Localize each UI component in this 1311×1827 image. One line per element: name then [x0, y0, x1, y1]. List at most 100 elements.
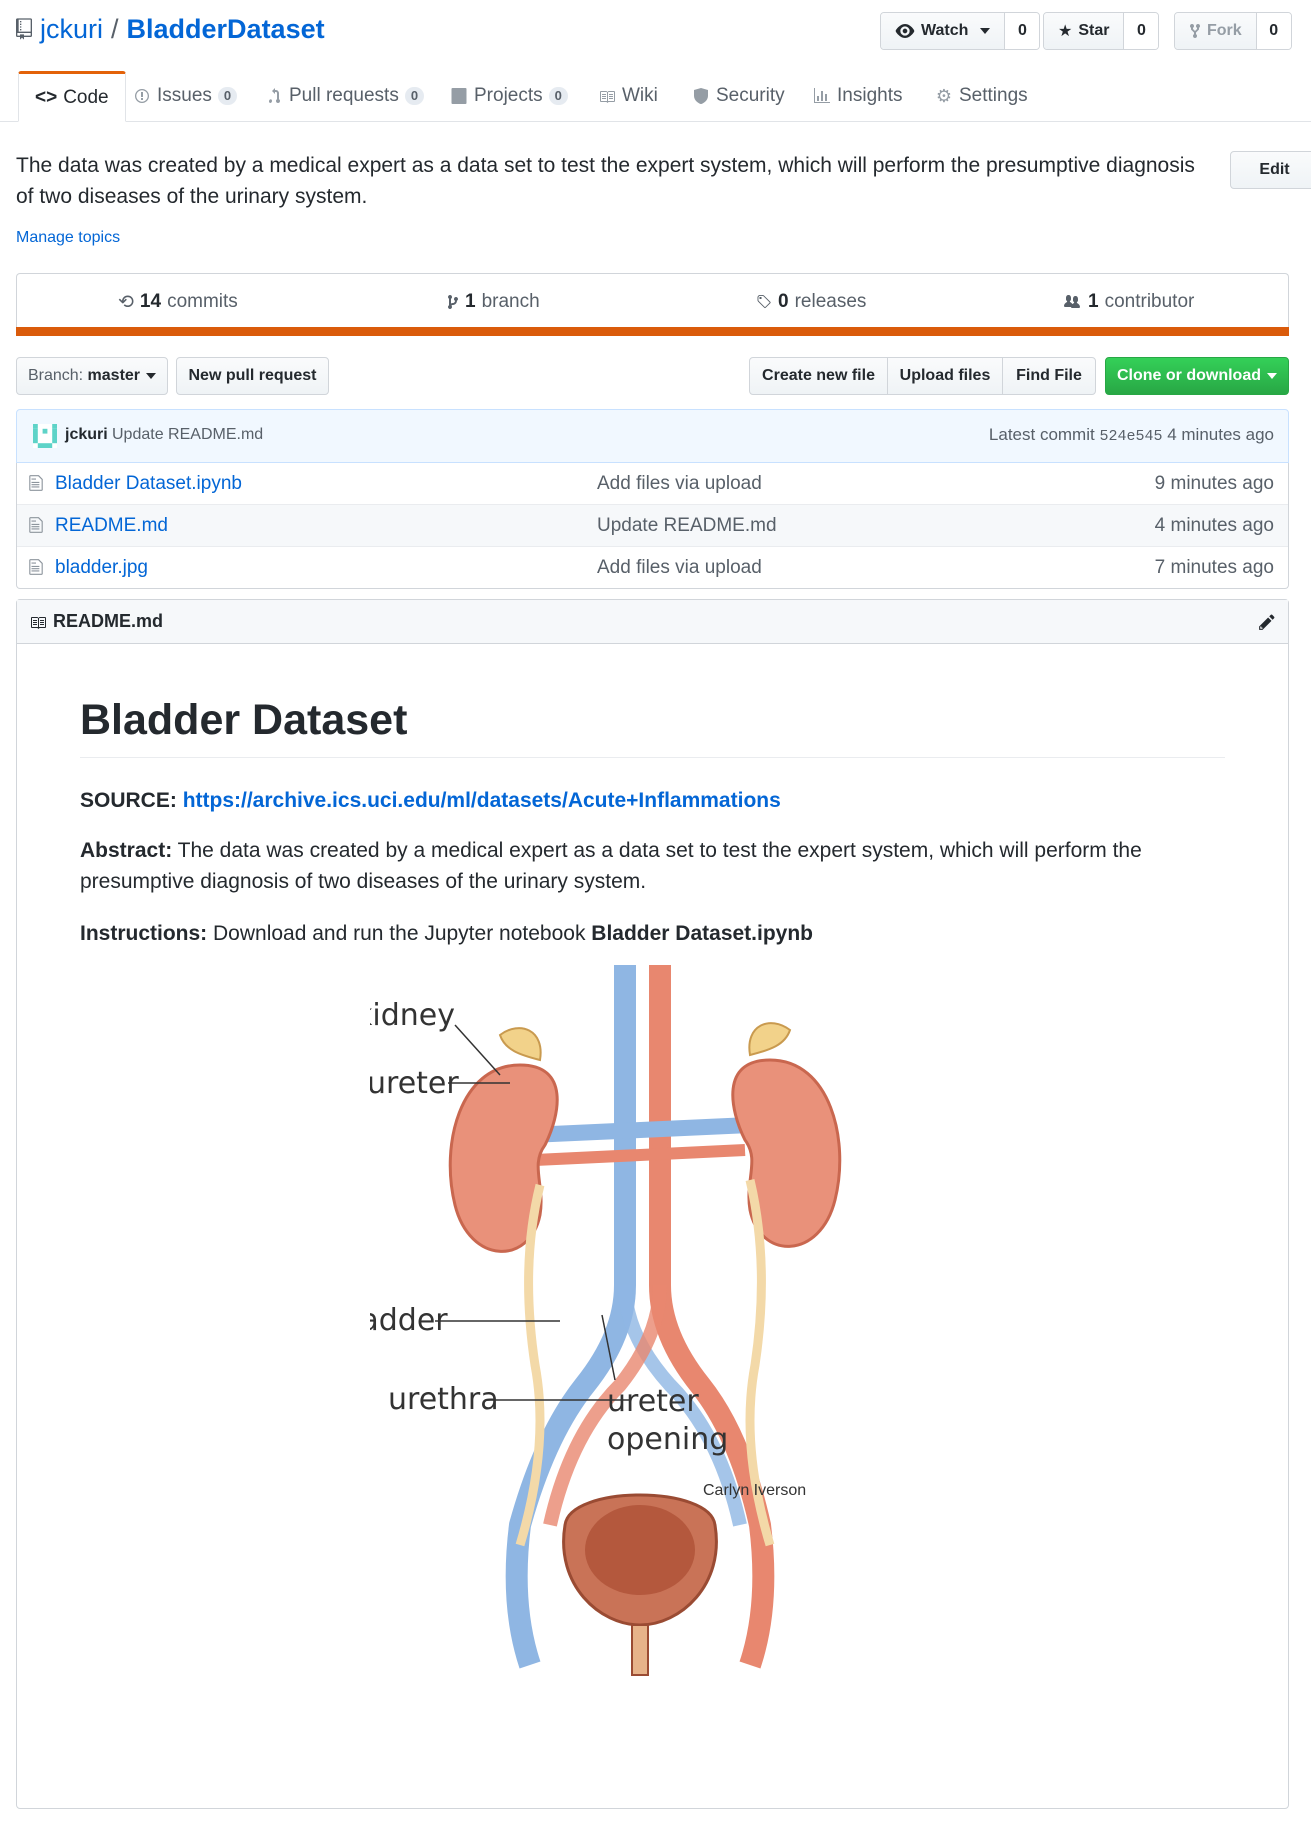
watch-label: Watch — [921, 22, 969, 39]
tab-code-label: Code — [63, 86, 109, 108]
file-icon — [29, 517, 43, 533]
tab-code[interactable]: <> Code — [18, 71, 126, 122]
file-row: bladder.jpg Add files via upload 7 minut… — [17, 546, 1288, 588]
star-button-group: ★ Star 0 — [1043, 12, 1160, 50]
new-pull-request-button[interactable]: New pull request — [176, 357, 329, 395]
book-icon — [598, 87, 616, 105]
watch-count[interactable]: 0 — [1005, 13, 1040, 49]
star-icon: ★ — [1058, 23, 1073, 40]
abstract-label: Abstract: — [80, 839, 173, 862]
source-label: SOURCE: — [80, 789, 177, 812]
branch-name: master — [87, 367, 141, 384]
contributors-link[interactable]: 1 contributor — [1062, 274, 1194, 330]
commit-message-link[interactable]: Update README.md — [112, 426, 263, 444]
repo-summary: ⟲ 14 commits 1 branch 0 releases 1 contr… — [16, 273, 1289, 335]
commit-author-link[interactable]: jckuri — [65, 426, 108, 444]
star-button[interactable]: ★ Star — [1044, 13, 1125, 49]
git-pull-request-icon — [265, 87, 283, 105]
instructions-text: Download and run the Jupyter notebook — [213, 922, 586, 945]
readme-title: Bladder Dataset — [80, 696, 1225, 758]
find-file-button[interactable]: Find File — [1002, 357, 1096, 395]
tab-issues-label: Issues — [157, 85, 212, 106]
label-kidney: kidney — [370, 998, 455, 1033]
fork-label: Fork — [1207, 22, 1242, 39]
manage-topics-link[interactable]: Manage topics — [16, 229, 120, 247]
eye-icon — [895, 24, 915, 38]
tab-projects[interactable]: Projects 0 — [450, 71, 568, 121]
tab-settings[interactable]: ⚙ Settings — [935, 71, 1028, 121]
tab-pull-requests-count: 0 — [404, 87, 425, 105]
tab-wiki[interactable]: Wiki — [598, 71, 658, 121]
fork-icon — [1190, 23, 1200, 39]
clone-download-button[interactable]: Clone or download — [1105, 357, 1289, 395]
git-branch-icon — [448, 295, 458, 309]
tag-icon — [757, 295, 771, 309]
chevron-down-icon — [146, 373, 157, 379]
tab-security[interactable]: Security — [692, 71, 785, 121]
tab-pull-requests-label: Pull requests — [289, 85, 399, 106]
illustration-credit: Carlyn Iverson — [703, 1482, 806, 1499]
book-icon — [31, 616, 46, 629]
watch-button-group: Watch 0 — [880, 12, 1041, 50]
tab-projects-count: 0 — [548, 87, 568, 105]
readme-source: SOURCE: https://archive.ics.uci.edu/ml/d… — [80, 785, 1225, 816]
file-commit-message[interactable]: Add files via upload — [597, 557, 762, 579]
shield-icon — [692, 87, 710, 105]
avatar[interactable] — [33, 424, 57, 448]
readme-abstract: Abstract: The data was created by a medi… — [80, 835, 1225, 897]
contributors-label: contributor — [1104, 291, 1195, 312]
urinary-system-illustration[interactable]: kidney ureter bladder urethra ureter ope… — [370, 965, 930, 1765]
tab-wiki-label: Wiki — [622, 85, 658, 106]
tab-issues-count: 0 — [217, 87, 238, 105]
chevron-down-icon — [1267, 373, 1277, 379]
file-icon — [29, 559, 43, 575]
readme-instructions: Instructions: Download and run the Jupyt… — [80, 918, 1225, 949]
star-label: Star — [1078, 22, 1110, 39]
tab-pull-requests[interactable]: Pull requests 0 — [265, 71, 425, 121]
file-commit-message[interactable]: Add files via upload — [597, 473, 762, 495]
file-name-link[interactable]: bladder.jpg — [55, 557, 148, 579]
repo-separator: / — [111, 13, 119, 44]
branch-select-button[interactable]: Branch: master — [16, 357, 168, 395]
fork-count[interactable]: 0 — [1256, 13, 1291, 49]
create-new-file-button[interactable]: Create new file — [749, 357, 888, 395]
releases-count: 0 — [778, 291, 789, 312]
label-ureter-opening-1: ureter — [607, 1384, 699, 1419]
fork-button[interactable]: Fork — [1175, 13, 1257, 49]
gear-icon: ⚙ — [935, 85, 953, 106]
issue-opened-icon — [133, 87, 151, 105]
edit-description-button[interactable]: Edit — [1230, 151, 1311, 189]
tab-projects-label: Projects — [474, 85, 543, 106]
file-commit-message[interactable]: Update README.md — [597, 515, 777, 537]
commits-count: 14 — [139, 291, 162, 312]
commits-label: commits — [167, 291, 238, 312]
repo-owner-link[interactable]: jckuri — [40, 14, 103, 45]
commit-sha-link[interactable]: 524e545 — [1099, 428, 1162, 445]
pencil-icon[interactable] — [1258, 613, 1276, 631]
commits-link[interactable]: ⟲ 14 commits — [118, 274, 238, 330]
clone-download-label: Clone or download — [1117, 367, 1261, 384]
language-bar[interactable] — [16, 327, 1289, 336]
people-icon — [1064, 295, 1080, 308]
file-icon — [29, 475, 43, 491]
repo-name-link[interactable]: BladderDataset — [127, 14, 325, 45]
readme-filename: README.md — [53, 611, 164, 631]
history-icon: ⟲ — [118, 291, 134, 313]
file-age: 7 minutes ago — [1154, 557, 1274, 578]
latest-commit-prefix: Latest commit — [988, 425, 1095, 444]
releases-label: releases — [794, 291, 867, 312]
releases-link[interactable]: 0 releases — [756, 274, 866, 330]
tab-insights-label: Insights — [837, 85, 903, 106]
contributors-count: 1 — [1088, 291, 1099, 312]
repo-nav-tabs: <> Code Issues 0 Pull requests 0 Project… — [0, 71, 1311, 122]
abstract-text: The data was created by a medical expert… — [80, 839, 1142, 893]
file-name-link[interactable]: Bladder Dataset.ipynb — [55, 473, 242, 495]
tab-issues[interactable]: Issues 0 — [133, 71, 238, 121]
tab-insights[interactable]: Insights — [813, 71, 902, 121]
branches-link[interactable]: 1 branch — [447, 274, 540, 330]
source-link[interactable]: https://archive.ics.uci.edu/ml/datasets/… — [183, 789, 781, 812]
star-count[interactable]: 0 — [1124, 13, 1159, 49]
file-name-link[interactable]: README.md — [55, 515, 168, 537]
watch-button[interactable]: Watch — [881, 13, 1006, 49]
upload-files-button[interactable]: Upload files — [887, 357, 1003, 395]
